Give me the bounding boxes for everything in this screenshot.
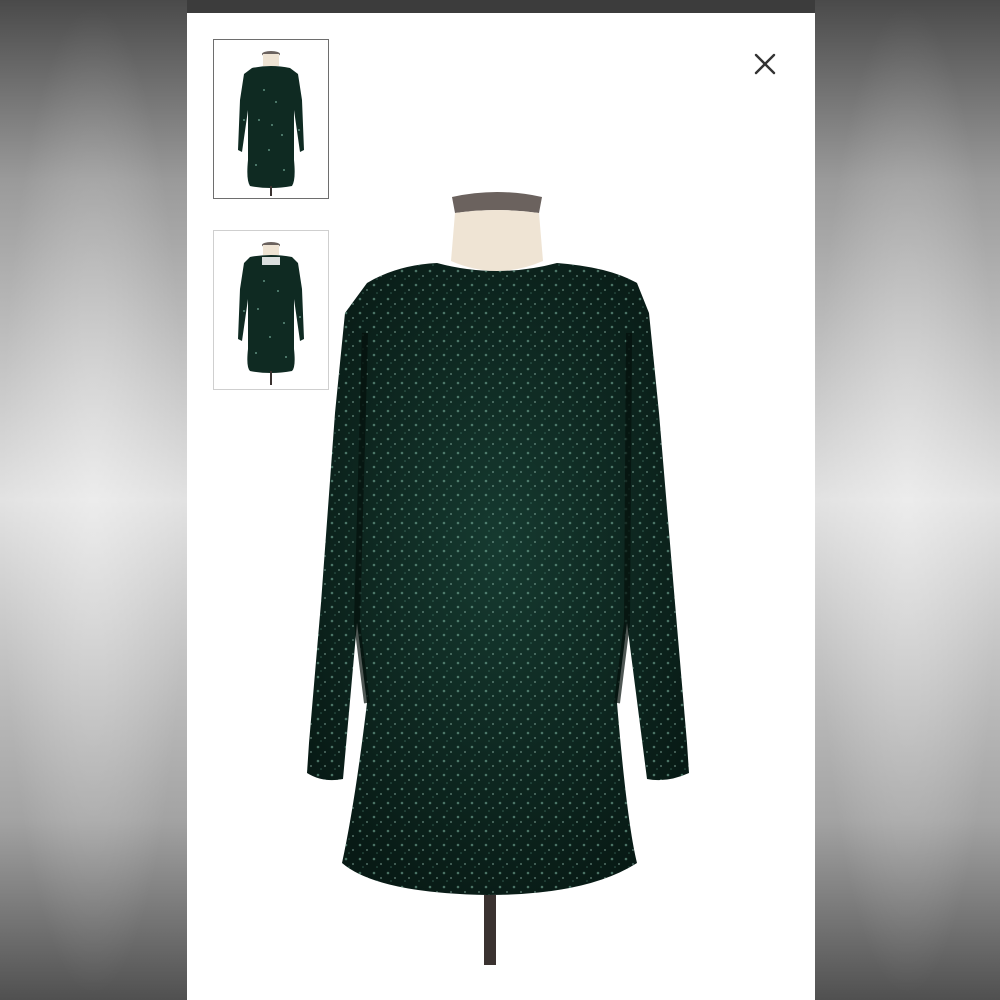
close-button[interactable]: [750, 49, 780, 79]
main-product-image: [287, 183, 727, 983]
image-viewer-panel: [187, 13, 815, 1000]
thumbnail-front[interactable]: [213, 39, 329, 199]
close-icon: [754, 53, 776, 75]
dress-front-thumbnail-image: [238, 51, 304, 196]
background-right: [815, 0, 1000, 1000]
screen: [0, 0, 1000, 1000]
background-left: [0, 0, 187, 1000]
dress-front-image: [307, 192, 689, 965]
top-bar: [187, 0, 815, 13]
